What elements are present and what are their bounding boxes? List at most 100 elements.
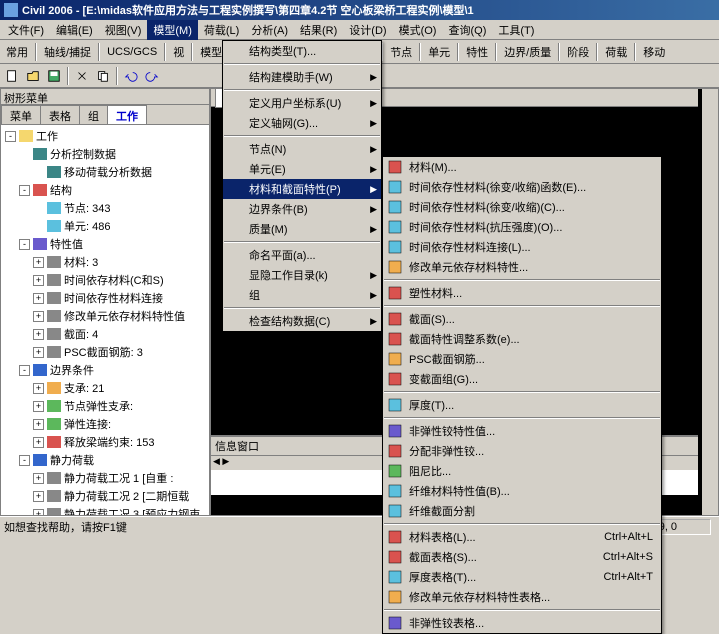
menu-item[interactable]: 结构类型(T)... bbox=[223, 41, 381, 61]
menu-item[interactable]: 时间依存性材料(徐变/收缩)函数(E)... bbox=[383, 177, 661, 197]
tree-node[interactable]: +PSC截面钢筋: 3 bbox=[3, 343, 207, 361]
menu-item[interactable]: 分析(A) bbox=[245, 20, 294, 40]
toolbar-tab[interactable]: 阶段 bbox=[563, 44, 593, 60]
expand-icon[interactable]: + bbox=[33, 257, 44, 268]
menu-item[interactable]: 时间依存性材料连接(L)... bbox=[383, 237, 661, 257]
expand-icon[interactable]: + bbox=[33, 275, 44, 286]
tree-node[interactable]: +支承: 21 bbox=[3, 379, 207, 397]
menu-item[interactable]: 截面特性调整系数(e)... bbox=[383, 329, 661, 349]
menu-item[interactable]: 厚度(T)... bbox=[383, 395, 661, 415]
material-section-submenu[interactable]: 材料(M)...时间依存性材料(徐变/收缩)函数(E)...时间依存性材料(徐变… bbox=[382, 156, 662, 634]
tree-node[interactable]: -结构 bbox=[3, 181, 207, 199]
expand-icon[interactable]: + bbox=[33, 383, 44, 394]
menu-item[interactable]: 查询(Q) bbox=[442, 20, 492, 40]
menu-item[interactable]: 单元(E)▶ bbox=[223, 159, 381, 179]
menu-item[interactable]: PSC截面钢筋... bbox=[383, 349, 661, 369]
menu-item[interactable]: 荷载(L) bbox=[198, 20, 245, 40]
collapse-icon[interactable]: - bbox=[5, 131, 16, 142]
menu-item[interactable]: 模型(M) bbox=[147, 20, 198, 40]
tree-node[interactable]: +静力荷载工况 3 [预应力钢束 bbox=[3, 505, 207, 515]
tree-node[interactable]: -特性值 bbox=[3, 235, 207, 253]
menu-item[interactable]: 变截面组(G)... bbox=[383, 369, 661, 389]
menu-item[interactable]: 修改单元依存材料特性... bbox=[383, 257, 661, 277]
menu-item[interactable]: 修改单元依存材料特性表格... bbox=[383, 587, 661, 607]
toolbar-tab[interactable]: 边界/质量 bbox=[500, 44, 555, 60]
tree-tab[interactable]: 菜单 bbox=[1, 105, 41, 124]
menu-item[interactable]: 截面(S)... bbox=[383, 309, 661, 329]
expand-icon[interactable]: + bbox=[33, 293, 44, 304]
toolbar-tab[interactable]: UCS/GCS bbox=[103, 46, 161, 58]
menu-item[interactable]: 边界条件(B)▶ bbox=[223, 199, 381, 219]
menu-item[interactable]: 时间依存性材料(徐变/收缩)(C)... bbox=[383, 197, 661, 217]
menu-item[interactable]: 纤维材料特性值(B)... bbox=[383, 481, 661, 501]
expand-icon[interactable]: + bbox=[33, 437, 44, 448]
model-menu[interactable]: 结构类型(T)...结构建模助手(W)▶定义用户坐标系(U)▶定义轴网(G)..… bbox=[222, 40, 382, 332]
expand-icon[interactable]: + bbox=[33, 509, 44, 516]
tree-node[interactable]: -工作 bbox=[3, 127, 207, 145]
tree-node[interactable]: 单元: 486 bbox=[3, 217, 207, 235]
menu-item[interactable]: 阻尼比... bbox=[383, 461, 661, 481]
viewport-scrollbar[interactable] bbox=[702, 89, 718, 515]
menu-item[interactable]: 塑性材料... bbox=[383, 283, 661, 303]
collapse-icon[interactable]: - bbox=[19, 455, 30, 466]
menu-item[interactable]: 质量(M)▶ bbox=[223, 219, 381, 239]
menu-item[interactable]: 截面表格(S)...Ctrl+Alt+S bbox=[383, 547, 661, 567]
tree-node[interactable]: +修改单元依存材料特性值 bbox=[3, 307, 207, 325]
tree-node[interactable]: +释放梁端约束: 153 bbox=[3, 433, 207, 451]
tree-node[interactable]: +时间依存材料(C和S) bbox=[3, 271, 207, 289]
redo-icon[interactable] bbox=[142, 66, 162, 86]
toolbar-tab[interactable]: 视 bbox=[169, 44, 188, 60]
tree-node[interactable]: +时间依存性材料连接 bbox=[3, 289, 207, 307]
toolbar-tab[interactable]: 轴线/捕捉 bbox=[40, 44, 95, 60]
tree-node[interactable]: 移动荷载分析数据 bbox=[3, 163, 207, 181]
tree-tab[interactable]: 工作 bbox=[107, 105, 147, 124]
menu-item[interactable]: 命名平面(a)... bbox=[223, 245, 381, 265]
menu-item[interactable]: 材料表格(L)...Ctrl+Alt+L bbox=[383, 527, 661, 547]
menu-item[interactable]: 节点(N)▶ bbox=[223, 139, 381, 159]
menu-item[interactable]: 材料(M)... bbox=[383, 157, 661, 177]
tree-node[interactable]: -静力荷载 bbox=[3, 451, 207, 469]
tree-node[interactable]: +节点弹性支承: bbox=[3, 397, 207, 415]
expand-icon[interactable]: + bbox=[33, 491, 44, 502]
collapse-icon[interactable]: - bbox=[19, 365, 30, 376]
toolbar-tab[interactable]: 常用 bbox=[2, 44, 32, 60]
tree-node[interactable]: +静力荷载工况 2 [二期恒载 bbox=[3, 487, 207, 505]
menu-item[interactable]: 时间依存性材料(抗压强度)(O)... bbox=[383, 217, 661, 237]
expand-icon[interactable]: + bbox=[33, 347, 44, 358]
menu-item[interactable]: 分配非弹性铰... bbox=[383, 441, 661, 461]
menu-item[interactable]: 文件(F) bbox=[2, 20, 50, 40]
toolbar-tab[interactable]: 单元 bbox=[424, 44, 454, 60]
toolbar-tab[interactable]: 荷载 bbox=[601, 44, 631, 60]
cut-icon[interactable] bbox=[72, 66, 92, 86]
menu-item[interactable]: 结构建模助手(W)▶ bbox=[223, 67, 381, 87]
open-icon[interactable] bbox=[23, 66, 43, 86]
toolbar-tab[interactable]: 移动 bbox=[639, 44, 669, 60]
undo-icon[interactable] bbox=[121, 66, 141, 86]
menu-item[interactable]: 组▶ bbox=[223, 285, 381, 305]
new-icon[interactable] bbox=[2, 66, 22, 86]
menu-item[interactable]: 显隐工作目录(k)▶ bbox=[223, 265, 381, 285]
expand-icon[interactable]: + bbox=[33, 401, 44, 412]
menu-item[interactable]: 模式(O) bbox=[393, 20, 443, 40]
tree-node[interactable]: +静力荷载工况 1 [自重 : bbox=[3, 469, 207, 487]
menu-item[interactable]: 纤维截面分割 bbox=[383, 501, 661, 521]
tree-node[interactable]: +材料: 3 bbox=[3, 253, 207, 271]
menu-item[interactable]: 材料和截面特性(P)▶ bbox=[223, 179, 381, 199]
menu-item[interactable]: 结果(R) bbox=[294, 20, 343, 40]
tree-view[interactable]: -工作分析控制数据移动荷载分析数据-结构节点: 343单元: 486-特性值+材… bbox=[1, 125, 209, 515]
collapse-icon[interactable]: - bbox=[19, 185, 30, 196]
copy-icon[interactable] bbox=[93, 66, 113, 86]
expand-icon[interactable]: + bbox=[33, 311, 44, 322]
tree-node[interactable]: 节点: 343 bbox=[3, 199, 207, 217]
expand-icon[interactable]: + bbox=[33, 329, 44, 340]
expand-icon[interactable]: + bbox=[33, 473, 44, 484]
menu-item[interactable]: 定义轴网(G)...▶ bbox=[223, 113, 381, 133]
tree-node[interactable]: 分析控制数据 bbox=[3, 145, 207, 163]
tree-tab[interactable]: 表格 bbox=[40, 105, 80, 124]
tree-node[interactable]: +弹性连接: bbox=[3, 415, 207, 433]
menu-item[interactable]: 编辑(E) bbox=[50, 20, 99, 40]
save-icon[interactable] bbox=[44, 66, 64, 86]
tree-node[interactable]: +截面: 4 bbox=[3, 325, 207, 343]
menu-item[interactable]: 检查结构数据(C)▶ bbox=[223, 311, 381, 331]
tree-tab[interactable]: 组 bbox=[79, 105, 108, 124]
